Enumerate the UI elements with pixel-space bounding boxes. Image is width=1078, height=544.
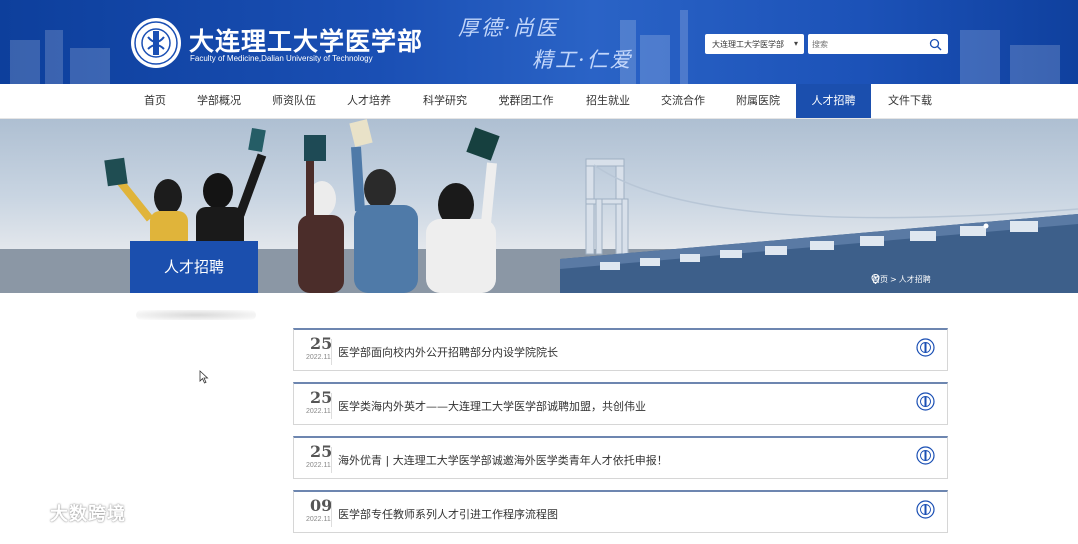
nav-item-admission[interactable]: 招生就业 [577,84,639,118]
news-day: 25 [310,442,333,461]
site-select-dropdown[interactable]: 大连理工大学医学部 ▾ [705,34,804,54]
chat-bubble-icon [13,505,45,523]
nav-item-home[interactable]: 首页 [133,84,177,118]
news-year-month: 2022.11 [306,408,331,415]
motto-line-1: 厚德·尚医 [458,16,559,40]
university-emblem-icon [916,500,935,519]
news-day: 25 [310,388,333,407]
mouse-cursor-icon [199,370,209,384]
news-divider [331,339,332,365]
news-divider [331,447,332,473]
university-seal-logo[interactable] [130,17,182,69]
news-year-month: 2022.11 [306,462,331,469]
news-item[interactable]: 25 2022.11 医学类海内外英才——大连理工大学医学部诚聘加盟，共创伟业 [293,382,948,425]
nav-item-recruitment[interactable]: 人才招聘 [796,84,871,118]
location-pin-icon [871,274,880,284]
news-list: 25 2022.11 医学部面向校内外公开招聘部分内设学院院长 25 2022.… [293,328,948,544]
news-day: 09 [310,496,333,515]
site-select-value: 大连理工大学医学部 [712,40,784,49]
news-title[interactable]: 海外优青 | 大连理工大学医学部诚邀海外医学类青年人才依托申报！ [338,452,668,468]
news-item[interactable]: 25 2022.11 医学部面向校内外公开招聘部分内设学院院长 [293,328,948,371]
breadcrumb: 首页 > 人才招聘 [871,274,932,285]
sidebar-placeholder [136,310,256,320]
nav-item-exchange[interactable]: 交流合作 [652,84,714,118]
breadcrumb-current[interactable]: 人才招聘 [899,275,931,284]
site-header: 大连理工大学医学部 Faculty of Medicine,Dalian Uni… [0,0,1078,84]
chevron-down-icon: ▾ [793,39,798,48]
search-box[interactable] [808,34,948,54]
nav-item-party-work[interactable]: 党群团工作 [490,84,562,118]
watermark: 大数跨境 [12,500,126,526]
news-title[interactable]: 医学部专任教师系列人才引进工作程序流程图 [338,506,558,522]
watermark-text: 大数跨境 [50,504,126,525]
news-title[interactable]: 医学类海内外英才——大连理工大学医学部诚聘加盟，共创伟业 [338,398,646,414]
nav-item-education[interactable]: 人才培养 [339,84,399,118]
page-banner: 人才招聘 首页 > 人才招聘 [0,119,1078,293]
news-divider [331,501,332,527]
news-item[interactable]: 25 2022.11 海外优青 | 大连理工大学医学部诚邀海外医学类青年人才依托… [293,436,948,479]
news-day: 25 [310,334,333,353]
nav-item-overview[interactable]: 学部概况 [189,84,249,118]
logo-title-chinese[interactable]: 大连理工大学医学部 [189,22,423,58]
section-title: 人才招聘 [130,241,258,293]
nav-item-downloads[interactable]: 文件下载 [879,84,941,118]
news-title[interactable]: 医学部面向校内外公开招聘部分内设学院院长 [338,344,558,360]
news-year-month: 2022.11 [306,516,331,523]
search-icon[interactable] [929,38,942,51]
main-navigation: 首页 学部概况 师资队伍 人才培养 科学研究 党群团工作 招生就业 交流合作 附… [0,84,1078,119]
logo-title-english[interactable]: Faculty of Medicine,Dalian University of… [190,54,373,63]
university-emblem-icon [916,446,935,465]
nav-item-hospitals[interactable]: 附属医院 [727,84,789,118]
nav-item-faculty[interactable]: 师资队伍 [264,84,324,118]
news-divider [331,393,332,419]
news-year-month: 2022.11 [306,354,331,361]
university-emblem-icon [916,392,935,411]
motto-line-2: 精工·仁爱 [532,48,633,72]
nav-item-research[interactable]: 科学研究 [414,84,476,118]
breadcrumb-separator: > [890,275,897,284]
news-item[interactable]: 09 2022.11 医学部专任教师系列人才引进工作程序流程图 [293,490,948,533]
search-input[interactable] [812,36,922,52]
university-emblem-icon [916,338,935,357]
